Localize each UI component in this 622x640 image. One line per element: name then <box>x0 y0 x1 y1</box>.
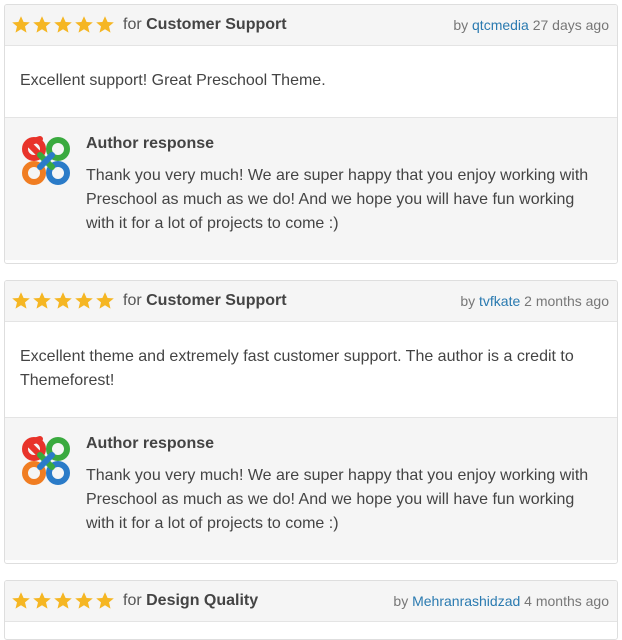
star-rating <box>11 591 115 611</box>
author-link[interactable]: tvfkate <box>479 293 520 309</box>
star-icon <box>96 16 114 33</box>
author-link[interactable]: Mehranrashidzad <box>412 593 520 609</box>
by-prefix: by <box>460 293 480 309</box>
response-title: Author response <box>86 435 215 452</box>
review-category: for Customer Support <box>123 16 287 34</box>
review-card: for Customer Support by tvfkate 2 months… <box>4 280 618 564</box>
review-time: 4 months ago <box>520 593 609 609</box>
star-icon <box>33 16 51 33</box>
category-label: Customer Support <box>146 16 287 33</box>
review-header: for Customer Support by qtcmedia 27 days… <box>5 5 617 46</box>
for-prefix: for <box>123 292 147 309</box>
by-prefix: by <box>453 17 473 33</box>
review-header: for Design Quality by Mehranrashidzad 4 … <box>5 581 617 622</box>
star-icon <box>54 292 72 309</box>
author-logo-icon <box>22 136 70 185</box>
response-title: Author response <box>86 135 215 152</box>
review-meta: by Mehranrashidzad 4 months ago <box>393 593 609 609</box>
response-text: Thank you very much! We are super happy … <box>86 467 589 532</box>
author-response: Author response Thank you very much! We … <box>5 117 617 260</box>
star-icon <box>12 292 30 309</box>
review-meta: by tvfkate 2 months ago <box>460 293 609 309</box>
author-logo-icon <box>22 436 70 485</box>
author-response: Author response Thank you very much! We … <box>5 417 617 560</box>
star-icon <box>33 592 51 609</box>
star-icon <box>33 292 51 309</box>
star-icon <box>75 592 93 609</box>
for-prefix: for <box>123 592 147 609</box>
review-text: Excellent theme and extremely fast custo… <box>20 348 574 389</box>
star-icon <box>75 292 93 309</box>
review-time: 2 months ago <box>520 293 609 309</box>
by-prefix: by <box>393 593 413 609</box>
star-icon <box>54 16 72 33</box>
star-rating <box>11 291 115 311</box>
category-label: Customer Support <box>146 292 287 309</box>
review-text: Excellent support! Great Preschool Theme… <box>20 72 326 89</box>
author-link[interactable]: qtcmedia <box>472 17 529 33</box>
review-meta: by qtcmedia 27 days ago <box>453 17 609 33</box>
star-icon <box>75 16 93 33</box>
response-content: Author response Thank you very much! We … <box>86 134 602 236</box>
review-time: 27 days ago <box>528 17 609 33</box>
star-icon <box>12 16 30 33</box>
review-card: for Design Quality by Mehranrashidzad 4 … <box>4 580 618 640</box>
for-prefix: for <box>123 16 147 33</box>
review-header: for Customer Support by tvfkate 2 months… <box>5 281 617 322</box>
response-text: Thank you very much! We are super happy … <box>86 167 589 232</box>
star-rating <box>11 15 115 35</box>
star-icon <box>96 592 114 609</box>
category-label: Design Quality <box>146 592 259 609</box>
star-icon <box>12 592 30 609</box>
star-icon <box>96 292 114 309</box>
review-card: for Customer Support by qtcmedia 27 days… <box>4 4 618 264</box>
review-category: for Design Quality <box>123 592 258 610</box>
review-category: for Customer Support <box>123 292 287 310</box>
response-content: Author response Thank you very much! We … <box>86 434 602 536</box>
star-icon <box>54 592 72 609</box>
